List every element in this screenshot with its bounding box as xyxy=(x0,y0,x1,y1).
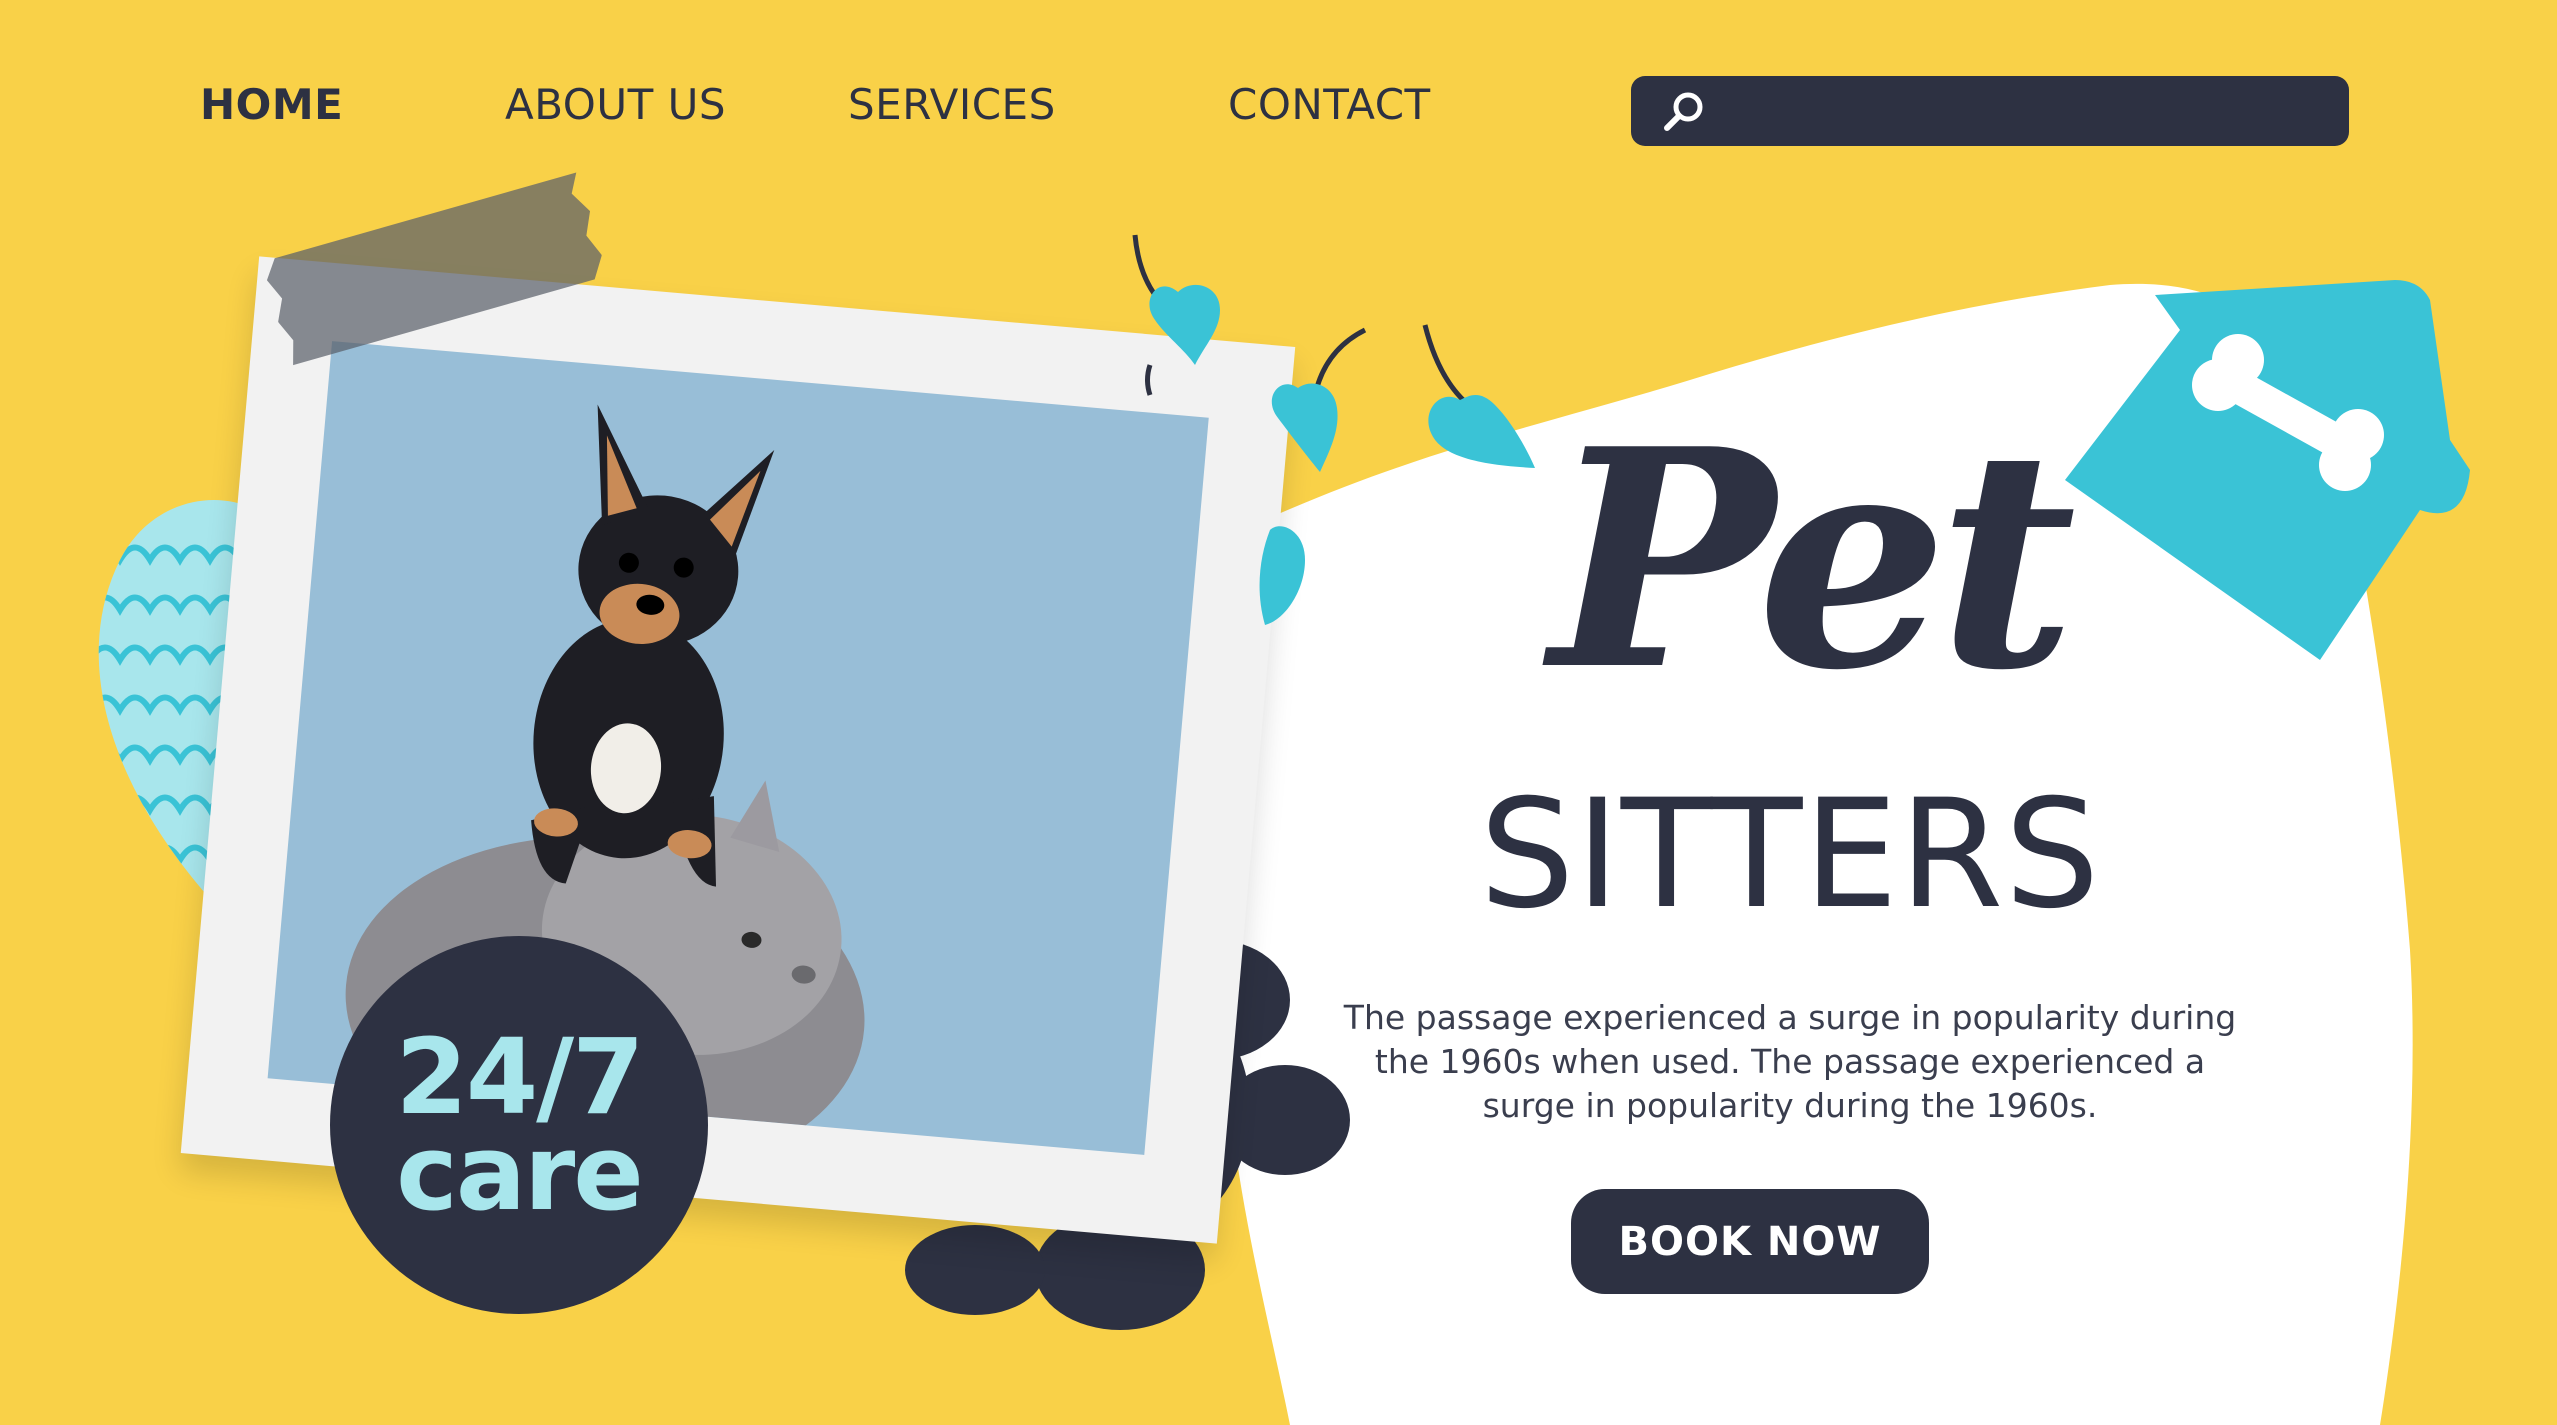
hero-description: The passage experienced a surge in popul… xyxy=(1343,998,2237,1125)
book-now-button[interactable]: BOOK NOW xyxy=(1571,1189,1929,1294)
nav-services[interactable]: SERVICES xyxy=(848,80,1056,130)
nav-home[interactable]: HOME xyxy=(200,80,343,130)
care-badge-line2: care xyxy=(396,1112,644,1234)
search-bar[interactable] xyxy=(1631,76,2349,146)
search-input[interactable] xyxy=(1723,86,2327,138)
hero-script-title: Pet xyxy=(1549,383,2077,736)
care-badge: 24/7 care xyxy=(330,936,708,1314)
nav-contact[interactable]: CONTACT xyxy=(1228,80,1431,130)
search-icon[interactable] xyxy=(1661,89,1707,135)
care-badge-line1: 24/7 xyxy=(395,1016,644,1138)
nav-about-us[interactable]: ABOUT US xyxy=(505,80,726,130)
hero-title: SITTERS xyxy=(1479,768,2101,942)
